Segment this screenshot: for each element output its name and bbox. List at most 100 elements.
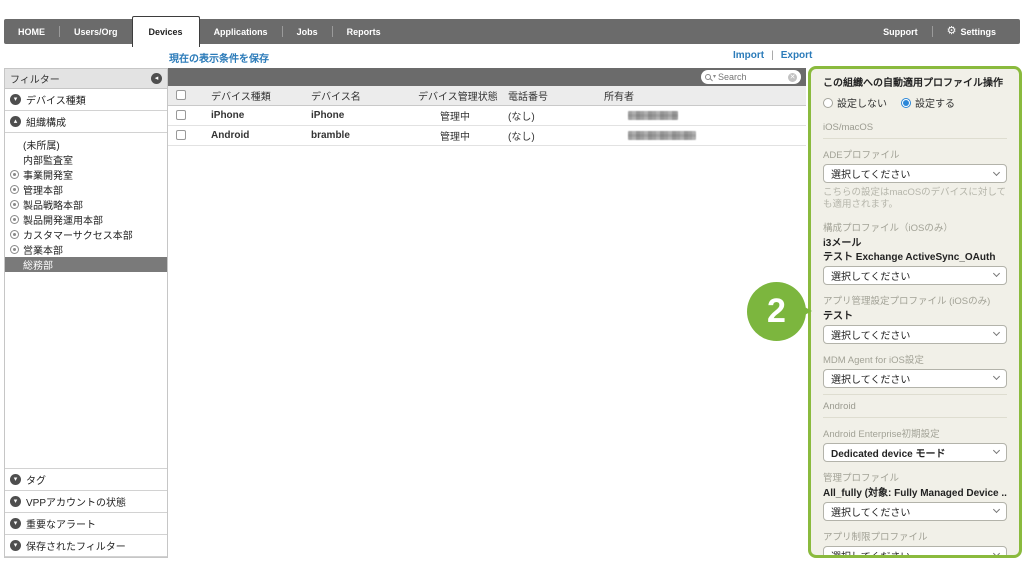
mdm-agent-select[interactable]: 選択してください bbox=[823, 368, 1007, 388]
tree-item-product-strategy[interactable]: 製品戦略本部 bbox=[5, 197, 167, 212]
expand-toggle-icon[interactable] bbox=[10, 200, 19, 209]
tab-jobs[interactable]: Jobs bbox=[283, 19, 332, 44]
sidebar-item-org-structure[interactable]: ▴ 組織構成 bbox=[5, 111, 167, 133]
ade-profile-select[interactable]: 選択してください bbox=[823, 164, 1007, 183]
expand-toggle-icon[interactable] bbox=[10, 170, 19, 179]
expand-toggle-icon[interactable] bbox=[10, 230, 19, 239]
expand-toggle-icon[interactable] bbox=[10, 185, 19, 194]
tree-item-sales-hq[interactable]: 営業本部 bbox=[5, 242, 167, 257]
settings-link[interactable]: ⚙ Settings bbox=[933, 26, 1010, 37]
link-separator: | bbox=[771, 50, 774, 61]
cell-mgmt-status: 管理中 bbox=[440, 112, 470, 123]
chevron-down-icon: ▾ bbox=[10, 496, 21, 507]
chevron-down-icon: ▾ bbox=[10, 474, 21, 485]
cell-device-type: Android bbox=[211, 130, 250, 141]
search-input[interactable] bbox=[718, 72, 786, 82]
save-current-view-link[interactable]: 現在の表示条件を保存 bbox=[169, 50, 269, 65]
table-toolbar: ▾ ✕ bbox=[168, 68, 806, 86]
table-row[interactable]: Android bramble 管理中 (なし) bbox=[168, 126, 806, 146]
select-value: 選択してください bbox=[831, 170, 911, 181]
tree-item-internal-audit[interactable]: 内部監査室 bbox=[5, 152, 167, 167]
tree-item-unassigned[interactable]: (未所属) bbox=[5, 137, 167, 152]
col-mgmt-status: デバイス管理状態 bbox=[418, 92, 498, 103]
search-input-wrap[interactable]: ▾ ✕ bbox=[701, 70, 801, 84]
select-value: 選択してください bbox=[831, 271, 911, 283]
app-restrict-profile-label: アプリ制限プロファイル bbox=[823, 531, 928, 543]
config-profile-item: i3メール bbox=[823, 237, 862, 249]
config-profile-label: 構成プロファイル（iOSのみ） bbox=[823, 222, 953, 234]
select-all-checkbox[interactable] bbox=[176, 90, 186, 101]
export-link[interactable]: Export bbox=[781, 50, 813, 61]
section-label: VPPアカウントの状態 bbox=[26, 498, 127, 509]
expand-toggle-icon[interactable] bbox=[10, 245, 19, 254]
tab-users-org[interactable]: Users/Org bbox=[60, 19, 132, 44]
app-mgmt-profile-select[interactable]: 選択してください bbox=[823, 324, 1007, 344]
android-enterprise-init-select[interactable]: Dedicated device モード bbox=[823, 442, 1007, 462]
tree-item-label: 製品開発運用本部 bbox=[23, 216, 103, 227]
mgmt-profile-item: All_fully (対象: Fully Managed Device ... bbox=[823, 487, 1007, 499]
import-link[interactable]: Import bbox=[733, 50, 764, 61]
sidebar-item-vpp-account-status[interactable]: ▾ VPPアカウントの状態 bbox=[5, 491, 167, 513]
chevron-down-icon bbox=[992, 506, 1001, 514]
app-mgmt-profile-item: テスト bbox=[823, 310, 853, 322]
top-navbar: HOME Users/Org Devices Applications Jobs… bbox=[4, 16, 1020, 47]
expand-toggle-icon[interactable] bbox=[10, 215, 19, 224]
radio-set[interactable]: 設定する bbox=[901, 95, 955, 110]
filter-sidebar: フィルター ◂ ▾ デバイス種類 ▴ 組織構成 (未所属) 内部監査室 事業開発… bbox=[4, 68, 168, 558]
chevron-down-icon bbox=[992, 373, 1001, 381]
callout-number: 2 bbox=[767, 292, 786, 330]
radio-do-not-set[interactable]: 設定しない bbox=[823, 95, 887, 110]
android-enterprise-init-label: Android Enterprise初期設定 bbox=[823, 428, 940, 440]
chevron-down-icon bbox=[992, 329, 1001, 337]
cell-device-name[interactable]: bramble bbox=[303, 130, 410, 141]
search-icon bbox=[705, 74, 711, 80]
tab-home[interactable]: HOME bbox=[4, 19, 59, 44]
cell-device-name[interactable]: iPhone bbox=[303, 110, 410, 121]
apply-setting-radio-group: 設定しない 設定する bbox=[823, 95, 1007, 110]
section-label: 保存されたフィルター bbox=[26, 542, 126, 553]
tab-reports[interactable]: Reports bbox=[333, 19, 395, 44]
sidebar-item-saved-filters[interactable]: ▾ 保存されたフィルター bbox=[5, 535, 167, 557]
table-row[interactable]: iPhone iPhone 管理中 (なし) bbox=[168, 106, 806, 126]
chevron-down-icon: ▾ bbox=[10, 518, 21, 529]
tree-item-admin-hq[interactable]: 管理本部 bbox=[5, 182, 167, 197]
tree-item-business-dev[interactable]: 事業開発室 bbox=[5, 167, 167, 182]
row-checkbox[interactable] bbox=[176, 110, 186, 121]
sidebar-item-tags[interactable]: ▾ タグ bbox=[5, 469, 167, 491]
section-label: デバイス種類 bbox=[26, 96, 86, 107]
select-value: 選択してください bbox=[831, 330, 911, 342]
tree-item-label: 製品戦略本部 bbox=[23, 201, 83, 212]
collapse-sidebar-icon[interactable]: ◂ bbox=[151, 73, 162, 84]
tree-item-customer-success[interactable]: カスタマーサクセス本部 bbox=[5, 227, 167, 242]
row-checkbox[interactable] bbox=[176, 130, 186, 141]
app-restrict-profile-select[interactable]: 選択してください bbox=[823, 545, 1007, 555]
nav-right-group: Support ⚙ Settings bbox=[869, 19, 1020, 44]
sidebar-item-important-alerts[interactable]: ▾ 重要なアラート bbox=[5, 513, 167, 535]
import-export-links: Import | Export bbox=[733, 50, 812, 61]
col-device-type: デバイス種類 bbox=[211, 92, 271, 103]
step-2-callout-badge: 2 bbox=[747, 282, 812, 341]
support-link[interactable]: Support bbox=[869, 27, 932, 37]
device-table: ▾ ✕ デバイス種類 デバイス名 デバイス管理状態 電話番号 所有者 iPhon… bbox=[168, 68, 806, 146]
clear-search-icon[interactable]: ✕ bbox=[788, 72, 797, 82]
tab-applications[interactable]: Applications bbox=[200, 19, 282, 44]
tree-item-label: カスタマーサクセス本部 bbox=[23, 231, 133, 242]
chevron-down-icon bbox=[992, 550, 1001, 555]
cell-phone: (なし) bbox=[508, 112, 535, 123]
group-label-android: Android bbox=[823, 393, 1007, 418]
org-tree: (未所属) 内部監査室 事業開発室 管理本部 製品戦略本部 製品開発運用本部 カ… bbox=[5, 133, 167, 469]
tree-item-general-affairs-selected[interactable]: 総務部 bbox=[5, 257, 167, 272]
config-profile-select[interactable]: 選択してください bbox=[823, 265, 1007, 285]
sidebar-item-device-type[interactable]: ▾ デバイス種類 bbox=[5, 89, 167, 111]
section-label: 組織構成 bbox=[26, 118, 66, 129]
gear-icon: ⚙ bbox=[946, 25, 957, 37]
app-mgmt-profile-label: アプリ管理設定プロファイル (iOSのみ) bbox=[823, 295, 991, 307]
tree-item-product-devops[interactable]: 製品開発運用本部 bbox=[5, 212, 167, 227]
tab-devices[interactable]: Devices bbox=[131, 16, 200, 47]
mgmt-profile-select[interactable]: 選択してください bbox=[823, 501, 1007, 521]
col-device-name: デバイス名 bbox=[311, 92, 361, 103]
search-scope-caret-icon[interactable]: ▾ bbox=[713, 74, 716, 80]
chevron-up-icon: ▴ bbox=[10, 116, 21, 127]
cell-mgmt-status: 管理中 bbox=[440, 132, 470, 143]
panel-title: この組織への自動適用プロファイル操作 bbox=[823, 78, 1003, 89]
